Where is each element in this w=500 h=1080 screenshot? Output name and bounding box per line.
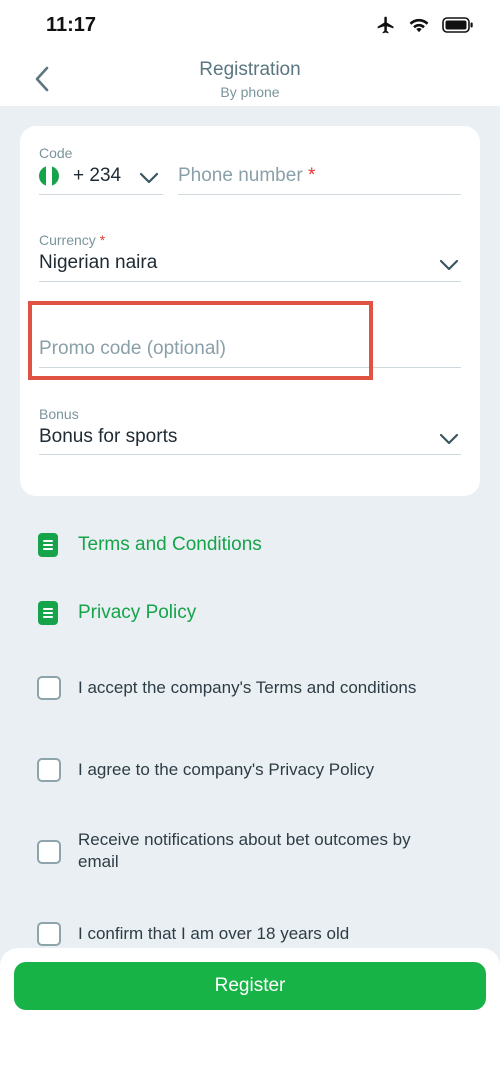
bonus-label: Bonus <box>39 406 79 422</box>
promo-code-placeholder: Promo code (optional) <box>39 338 226 359</box>
currency-label: Currency <box>39 232 96 248</box>
privacy-link-label: Privacy Policy <box>78 602 197 623</box>
register-button[interactable]: Register <box>14 962 486 1010</box>
status-icons <box>376 15 474 35</box>
chevron-down-icon <box>139 172 159 184</box>
code-label: Code <box>39 145 73 161</box>
terms-link-label: Terms and Conditions <box>78 534 262 555</box>
checkbox-label: Receive notifications about bet outcomes… <box>78 830 411 871</box>
checkbox-label: I accept the company's Terms and conditi… <box>78 678 417 697</box>
terms-checkbox-row[interactable]: I accept the company's Terms and conditi… <box>37 676 457 700</box>
page-subtitle: By phone <box>220 84 280 100</box>
country-code-selector[interactable]: + 234 <box>39 164 163 196</box>
checkbox-label: I agree to the company's Privacy Policy <box>78 760 375 779</box>
privacy-checkbox[interactable] <box>37 758 61 782</box>
currency-label-wrap: Currency * <box>39 232 105 248</box>
country-code-value: + 234 <box>73 165 122 186</box>
terms-and-conditions-link[interactable]: Terms and Conditions <box>38 530 262 560</box>
age-confirm-checkbox-row[interactable]: I confirm that I am over 18 years old <box>37 922 457 946</box>
phone-placeholder: Phone number <box>178 165 303 186</box>
document-icon <box>38 601 58 625</box>
privacy-checkbox-row[interactable]: I agree to the company's Privacy Policy <box>37 758 457 782</box>
age-confirm-checkbox[interactable] <box>37 922 61 946</box>
page-title: Registration <box>199 59 301 80</box>
required-mark: * <box>99 232 106 248</box>
checkbox-label: I confirm that I am over 18 years old <box>78 924 350 943</box>
notifications-checkbox-row[interactable]: Receive notifications about bet outcomes… <box>37 829 457 873</box>
currency-select[interactable]: Nigerian naira <box>39 250 461 282</box>
required-mark: * <box>307 165 316 186</box>
promo-code-input[interactable]: Promo code (optional) <box>39 334 461 368</box>
phone-number-input[interactable]: Phone number * <box>178 162 461 196</box>
currency-underline <box>39 281 461 282</box>
chevron-down-icon <box>439 433 459 445</box>
battery-icon <box>442 17 473 33</box>
bonus-select[interactable]: Bonus for sports <box>39 424 461 456</box>
nigeria-flag-icon <box>39 166 59 186</box>
airplane-icon <box>377 16 394 34</box>
status-bar: 11:17 <box>0 0 500 52</box>
bonus-underline <box>39 454 461 455</box>
phone-underline <box>178 194 461 195</box>
wifi-icon <box>409 18 429 33</box>
bonus-value: Bonus for sports <box>39 426 178 447</box>
promo-underline <box>39 367 461 368</box>
status-time: 11:17 <box>46 14 97 36</box>
document-icon <box>38 533 58 557</box>
header: Registration By phone <box>0 52 500 106</box>
chevron-down-icon <box>439 259 459 271</box>
registration-form-card: Code + 234 Phone number * Currency * Nig… <box>20 126 480 496</box>
currency-value: Nigerian naira <box>39 252 158 273</box>
terms-checkbox[interactable] <box>37 676 61 700</box>
notifications-checkbox[interactable] <box>37 840 61 864</box>
code-underline <box>39 194 163 195</box>
privacy-policy-link[interactable]: Privacy Policy <box>38 598 196 628</box>
